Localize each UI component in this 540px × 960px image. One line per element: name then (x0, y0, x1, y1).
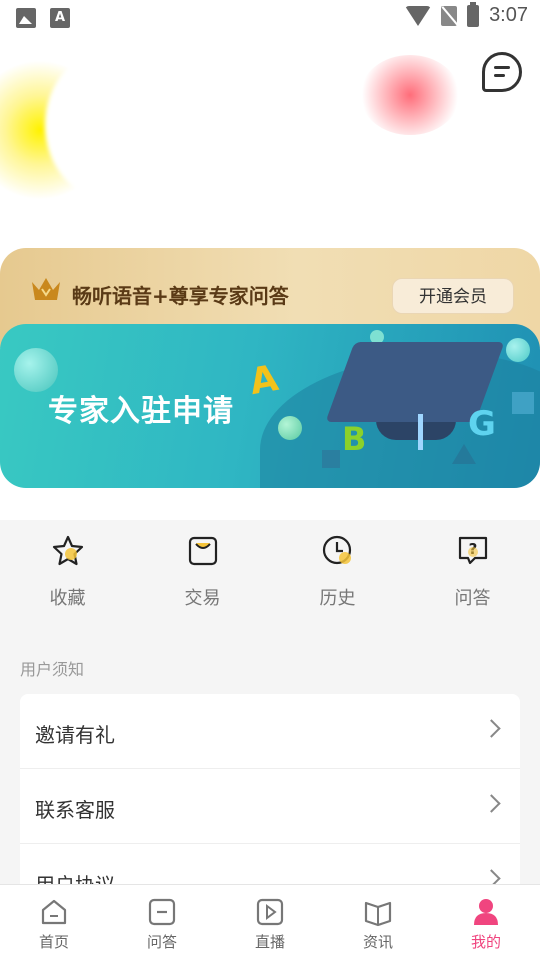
book-icon (364, 901, 392, 927)
nav-label: 直播 (254, 933, 285, 951)
cube-icon (322, 450, 340, 468)
nav-label: 资讯 (362, 933, 393, 951)
banner-title: 专家入驻申请 (48, 394, 234, 429)
image-icon (16, 8, 36, 28)
quick-item-label: 收藏 (49, 588, 86, 609)
quick-item-label: 历史 (319, 588, 356, 609)
clock-icon (322, 535, 351, 565)
nav-news[interactable]: 资讯 (324, 885, 432, 960)
bottom-nav: 首页 问答 直播 资讯 我的 (0, 884, 540, 960)
letter-a-icon: A (246, 357, 282, 404)
nav-me[interactable]: 我的 (432, 885, 540, 960)
star-icon (52, 535, 83, 566)
letter-b-icon: B (342, 420, 367, 458)
no-sim-icon (441, 5, 458, 26)
quick-item-label: 交易 (184, 588, 221, 609)
nav-label: 我的 (470, 933, 501, 951)
decorative-glow-red (360, 55, 460, 135)
decorative-ball (506, 338, 530, 362)
nav-qa[interactable]: 问答 (108, 885, 216, 960)
vip-promo-text: 畅听语音+尊享专家问答 (72, 284, 289, 308)
nav-home[interactable]: 首页 (0, 885, 108, 960)
letter-g-icon: G (468, 404, 496, 444)
battery-charging-icon (467, 1, 480, 27)
quick-item-trade[interactable]: 交易 (135, 520, 270, 630)
bag-icon (188, 536, 217, 566)
home-icon (41, 899, 67, 925)
play-icon (256, 898, 284, 926)
quick-actions: 收藏 交易 历史 ? 问答 (0, 520, 540, 630)
list-item-contact-service[interactable]: 联系客服 (20, 769, 520, 844)
chevron-right-icon (482, 794, 501, 813)
cube-icon (512, 392, 534, 414)
message-icon[interactable] (482, 52, 522, 92)
decorative-glow-white (45, 50, 175, 200)
quick-item-qa[interactable]: ? 问答 (405, 520, 540, 630)
triangle-icon (452, 444, 476, 464)
nav-label: 问答 (146, 933, 177, 951)
crown-icon (32, 278, 60, 300)
open-membership-button[interactable]: 开通会员 (392, 278, 514, 314)
status-bar: A 3:07 (0, 0, 540, 36)
wifi-icon (405, 5, 432, 26)
quick-item-label: 问答 (454, 588, 491, 609)
list-item-label: 联系客服 (35, 798, 115, 822)
question-chat-icon: ? (458, 536, 487, 565)
profile-header: A 3:07 畅听语音+尊享专家问答 开通会员 A B G 专家入驻申请 (0, 0, 540, 520)
quick-item-favorites[interactable]: 收藏 (0, 520, 135, 630)
nav-live[interactable]: 直播 (216, 885, 324, 960)
section-title: 用户须知 (20, 660, 85, 679)
user-icon (474, 899, 498, 925)
decorative-ball (278, 416, 302, 440)
list-item-invite[interactable]: 邀请有礼 (20, 694, 520, 769)
quick-item-history[interactable]: 历史 (270, 520, 405, 630)
clock-time: 3:07 (489, 4, 528, 26)
list-item-label: 邀请有礼 (35, 723, 115, 747)
expert-apply-banner[interactable]: A B G 专家入驻申请 (0, 324, 540, 488)
nav-label: 首页 (38, 933, 69, 951)
qa-icon (148, 898, 176, 926)
text-a-icon: A (50, 8, 70, 28)
chevron-right-icon (482, 719, 501, 738)
